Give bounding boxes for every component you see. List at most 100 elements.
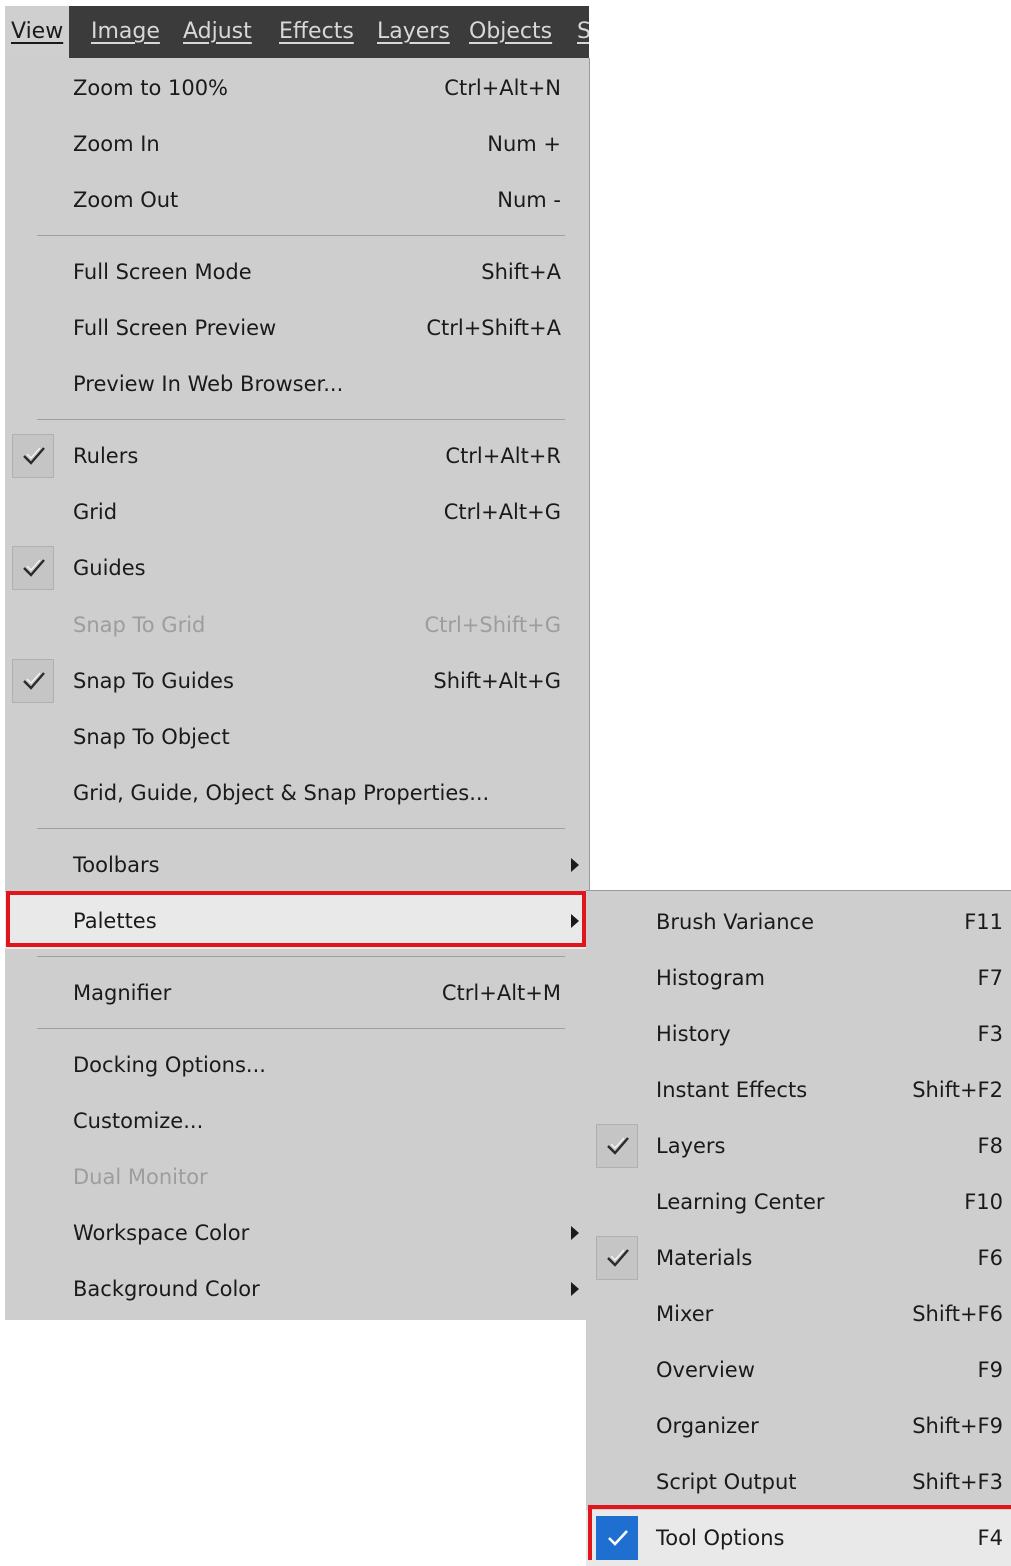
menu-item-shortcut: Num -	[497, 188, 561, 212]
menubar-item-view[interactable]: View	[5, 6, 70, 58]
menu-item-label: Brush Variance	[656, 910, 814, 934]
submenu-item-tool-options[interactable]: Tool Options F4	[586, 1510, 1011, 1566]
menu-item-label: Organizer	[656, 1414, 759, 1438]
menu-item-shortcut: Shift+F9	[912, 1414, 1003, 1438]
submenu-item-overview[interactable]: Overview F9	[586, 1342, 1011, 1398]
menu-item-label: Snap To Guides	[73, 669, 234, 693]
menu-item-shortcut: Shift+Alt+G	[433, 669, 561, 693]
submenu-item-instant-effects[interactable]: Instant Effects Shift+F2	[586, 1062, 1011, 1118]
menu-item-label: Rulers	[73, 444, 139, 468]
menu-item-label: Grid, Guide, Object & Snap Properties...	[73, 781, 490, 805]
submenu-item-history[interactable]: History F3	[586, 1006, 1011, 1062]
menu-item-zoom-in[interactable]: Zoom In Num +	[5, 116, 589, 172]
menubar-item-image[interactable]: Image	[91, 6, 160, 58]
menu-item-customize[interactable]: Customize...	[5, 1093, 589, 1149]
menu-item-shortcut: F4	[977, 1526, 1003, 1550]
submenu-item-histogram[interactable]: Histogram F7	[586, 950, 1011, 1006]
submenu-item-materials[interactable]: Materials F6	[586, 1230, 1011, 1286]
menu-item-shortcut: Ctrl+Alt+N	[444, 76, 561, 100]
menubar-item-layers[interactable]: Layers	[377, 6, 450, 58]
submenu-item-layers[interactable]: Layers F8	[586, 1118, 1011, 1174]
submenu-item-script-output[interactable]: Script Output Shift+F3	[586, 1454, 1011, 1510]
menu-item-shortcut: F6	[977, 1246, 1003, 1270]
menu-item-label: Dual Monitor	[73, 1165, 208, 1189]
menu-item-shortcut: Ctrl+Shift+A	[426, 316, 561, 340]
menu-item-shortcut: F8	[977, 1134, 1003, 1158]
menu-item-toolbars[interactable]: Toolbars	[5, 837, 589, 893]
menu-item-rulers[interactable]: Rulers Ctrl+Alt+R	[5, 428, 589, 484]
menu-item-label: Script Output	[656, 1470, 797, 1494]
menu-bar: View Image Adjust Effects Layers Objects…	[5, 6, 589, 58]
menu-item-zoom-100[interactable]: Zoom to 100% Ctrl+Alt+N	[5, 60, 589, 116]
menubar-item-effects[interactable]: Effects	[279, 6, 354, 58]
menubar-item-s[interactable]: S	[577, 6, 589, 58]
menu-item-label: Full Screen Mode	[73, 260, 252, 284]
menu-item-label: Snap To Object	[73, 725, 230, 749]
view-menu: Zoom to 100% Ctrl+Alt+N Zoom In Num + Zo…	[5, 58, 590, 1320]
menu-item-shortcut: Ctrl+Alt+M	[441, 981, 561, 1005]
submenu-arrow-icon	[571, 1226, 579, 1240]
menu-item-label: Tool Options	[656, 1526, 785, 1550]
menu-item-snap-to-object[interactable]: Snap To Object	[5, 709, 589, 765]
menu-item-shortcut: Shift+F3	[912, 1470, 1003, 1494]
menu-item-label: Zoom to 100%	[73, 76, 229, 100]
menu-item-label: Toolbars	[73, 853, 160, 877]
menu-item-label: Workspace Color	[73, 1221, 250, 1245]
menu-item-shortcut: F3	[977, 1022, 1003, 1046]
submenu-arrow-icon	[571, 1282, 579, 1296]
menu-item-label: Background Color	[73, 1277, 260, 1301]
checkmark-icon	[12, 546, 54, 590]
menu-item-shortcut: F10	[964, 1190, 1003, 1214]
menu-item-full-screen-preview[interactable]: Full Screen Preview Ctrl+Shift+A	[5, 300, 589, 356]
menu-item-shortcut: Ctrl+Alt+R	[445, 444, 561, 468]
menu-item-background-color[interactable]: Background Color	[5, 1261, 589, 1317]
menu-item-label: Preview In Web Browser...	[73, 372, 344, 396]
menu-item-shortcut: Shift+F2	[912, 1078, 1003, 1102]
submenu-arrow-icon	[571, 914, 579, 928]
menu-item-label: Palettes	[73, 909, 157, 933]
submenu-item-brush-variance[interactable]: Brush Variance F11	[586, 894, 1011, 950]
menu-item-dual-monitor: Dual Monitor	[5, 1149, 589, 1205]
menu-item-label: Layers	[656, 1134, 726, 1158]
menu-item-guides[interactable]: Guides	[5, 540, 589, 596]
checkmark-icon	[596, 1236, 638, 1280]
menu-item-label: Grid	[73, 500, 118, 524]
menu-item-shortcut: F7	[977, 966, 1003, 990]
submenu-item-mixer[interactable]: Mixer Shift+F6	[586, 1286, 1011, 1342]
menu-item-palettes[interactable]: Palettes	[5, 893, 589, 949]
palettes-submenu: Brush Variance F11 Histogram F7 History …	[586, 890, 1011, 1566]
menu-item-label: Customize...	[73, 1109, 204, 1133]
menu-item-label: Learning Center	[656, 1190, 825, 1214]
menu-item-label: Overview	[656, 1358, 755, 1382]
menu-item-label: History	[656, 1022, 731, 1046]
submenu-item-organizer[interactable]: Organizer Shift+F9	[586, 1398, 1011, 1454]
menu-item-zoom-out[interactable]: Zoom Out Num -	[5, 172, 589, 228]
checkmark-icon	[12, 659, 54, 703]
menu-separator	[37, 828, 565, 829]
submenu-item-learning-center[interactable]: Learning Center F10	[586, 1174, 1011, 1230]
checkmark-icon	[596, 1516, 638, 1560]
menu-item-label: Magnifier	[73, 981, 172, 1005]
menu-item-label: Guides	[73, 556, 146, 580]
menu-item-preview-in-web-browser[interactable]: Preview In Web Browser...	[5, 356, 589, 412]
menu-separator	[37, 956, 565, 957]
menubar-item-adjust[interactable]: Adjust	[183, 6, 252, 58]
menu-item-magnifier[interactable]: Magnifier Ctrl+Alt+M	[5, 965, 589, 1021]
menu-item-snap-to-grid: Snap To Grid Ctrl+Shift+G	[5, 597, 589, 653]
menu-item-workspace-color[interactable]: Workspace Color	[5, 1205, 589, 1261]
menu-separator	[37, 235, 565, 236]
menu-item-snap-to-guides[interactable]: Snap To Guides Shift+Alt+G	[5, 653, 589, 709]
menubar-item-objects[interactable]: Objects	[469, 6, 552, 58]
menu-item-label: Materials	[656, 1246, 753, 1270]
menu-item-shortcut: Shift+F6	[912, 1302, 1003, 1326]
menu-item-shortcut: Num +	[487, 132, 561, 156]
menu-separator	[37, 1028, 565, 1029]
menu-item-shortcut: F9	[977, 1358, 1003, 1382]
menu-item-label: Histogram	[656, 966, 765, 990]
menu-item-snap-properties[interactable]: Grid, Guide, Object & Snap Properties...	[5, 765, 589, 821]
menu-item-full-screen-mode[interactable]: Full Screen Mode Shift+A	[5, 244, 589, 300]
menu-item-label: Instant Effects	[656, 1078, 808, 1102]
menu-item-label: Zoom In	[73, 132, 160, 156]
menu-item-grid[interactable]: Grid Ctrl+Alt+G	[5, 484, 589, 540]
menu-item-docking-options[interactable]: Docking Options...	[5, 1037, 589, 1093]
